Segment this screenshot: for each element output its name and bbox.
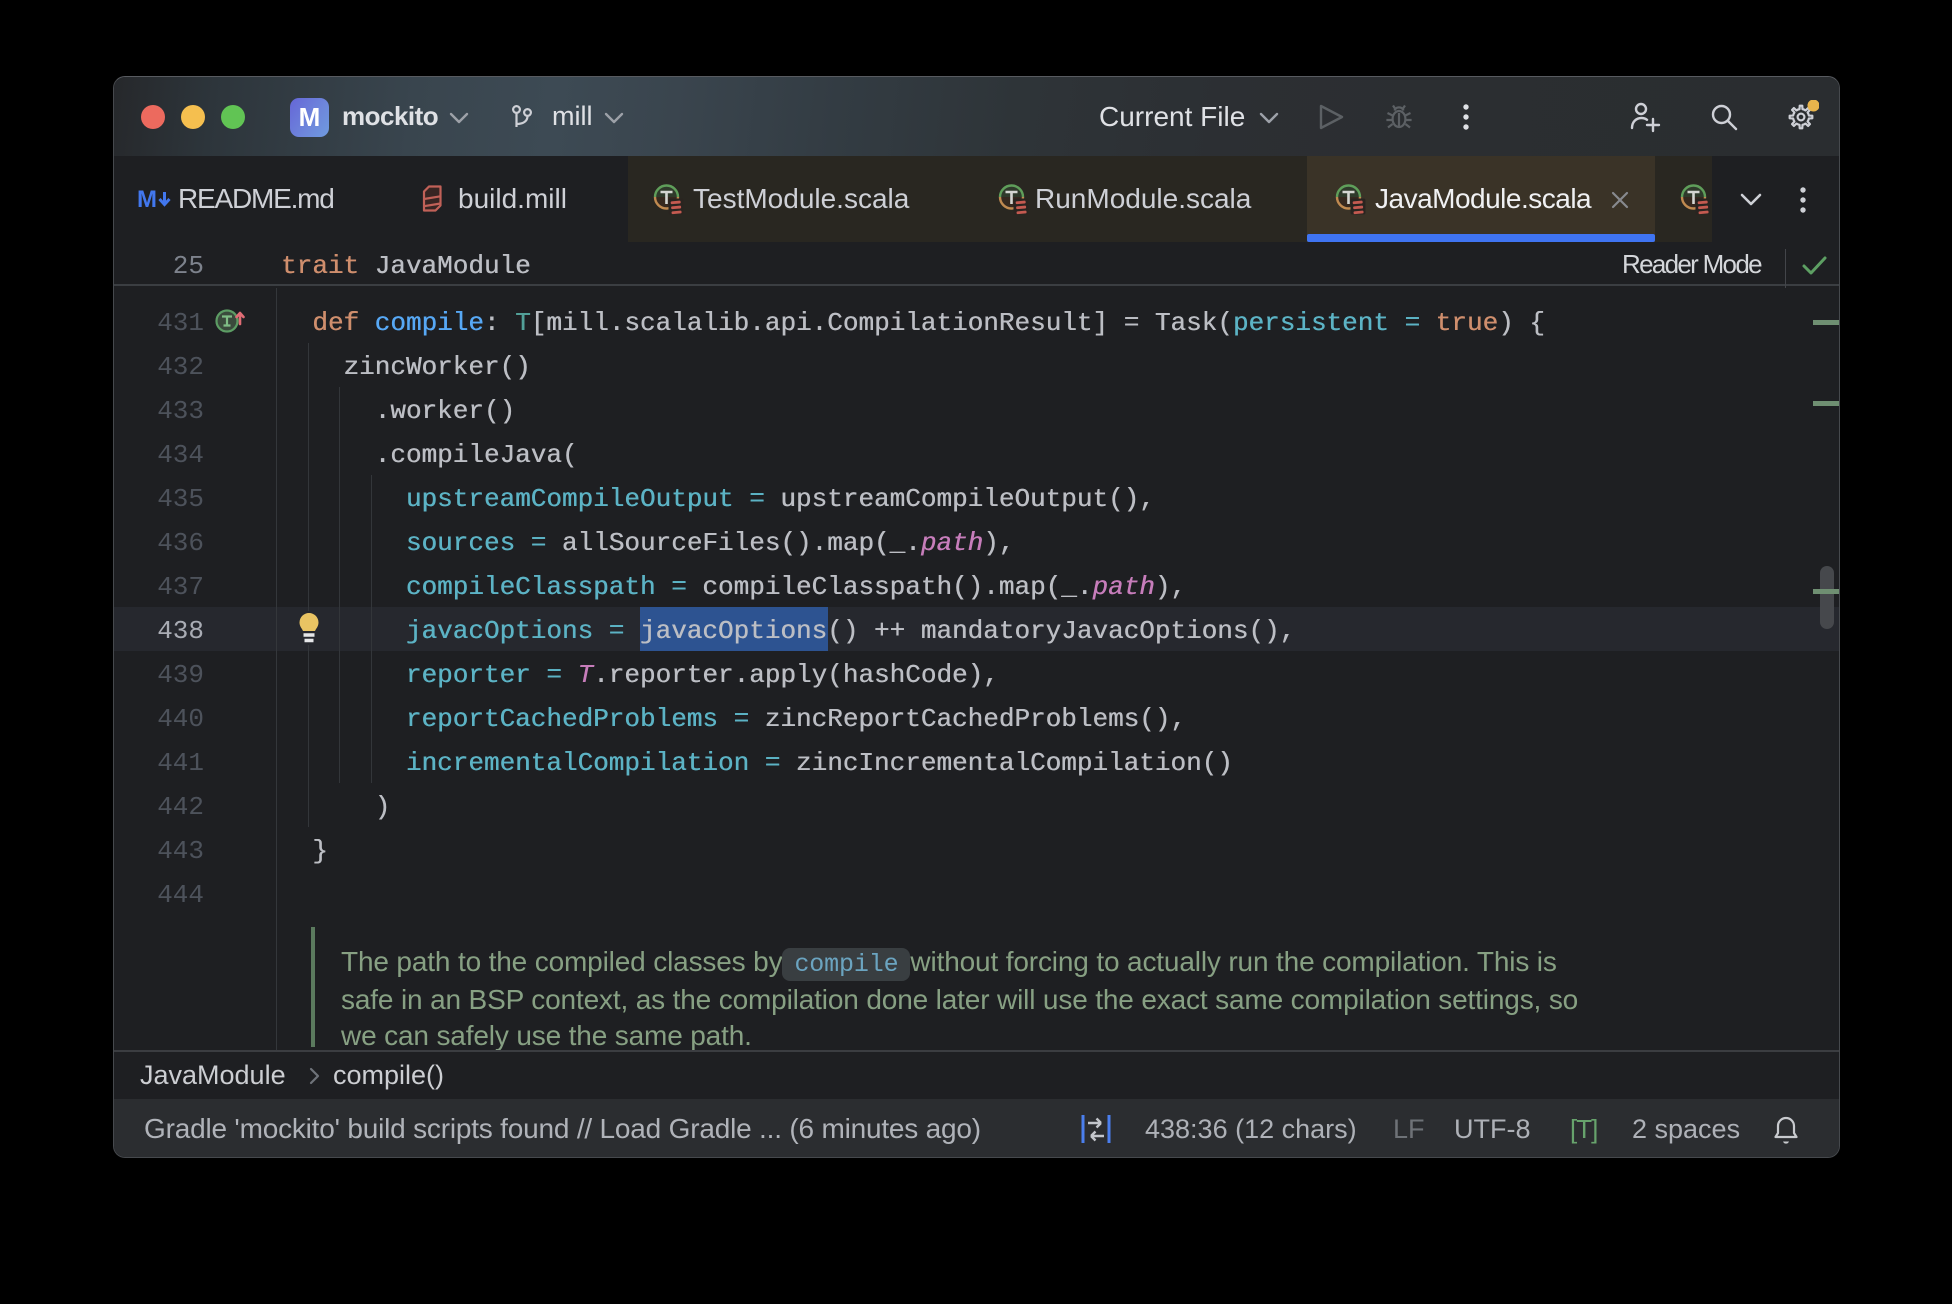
svg-text:M: M [137,186,156,213]
